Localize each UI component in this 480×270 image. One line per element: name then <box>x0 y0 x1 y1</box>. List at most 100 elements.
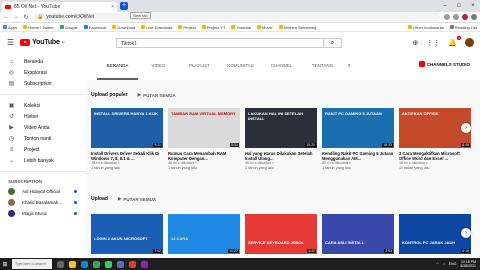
volume-icon[interactable]: ♪ <box>443 262 445 266</box>
upload-video-row: LOGIN 2 AKUN MICROSOFT 7:02 12 CARA 10:2… <box>91 214 471 254</box>
play-icon: ▶ <box>137 92 142 97</box>
network-icon[interactable]: ◠ <box>436 262 439 266</box>
video-card[interactable]: CARA ASLI INSTALL 2:53 <box>322 214 394 254</box>
bookmark-item[interactable]: Google <box>59 25 78 30</box>
video-thumbnail[interactable]: RAKIT PC GAMING 5 JUTAAN 18:33 <box>322 108 394 148</box>
subscription-item[interactable]: Khalid Basalamah... <box>0 197 85 208</box>
bookmark-item[interactable]: Youtube <box>231 25 251 30</box>
search-icon[interactable]: ⌕ <box>323 39 341 47</box>
subscription-item[interactable]: Adi Hidayat Official <box>0 186 85 197</box>
avatar[interactable] <box>465 38 474 47</box>
edge-icon[interactable] <box>81 260 88 268</box>
video-card[interactable]: 12 CARA 10:27 <box>168 214 240 254</box>
bell-icon[interactable]: 🔔 9 <box>448 35 461 47</box>
create-video-icon[interactable]: ⊕ <box>412 39 418 47</box>
subscription-item[interactable]: Magic Music <box>0 208 85 219</box>
tab-beranda[interactable]: BERANDA <box>97 52 138 80</box>
minimize-button[interactable]: – <box>438 0 452 12</box>
clock[interactable]: 10:18 PM 8/28/2021 <box>460 260 476 268</box>
sidebar-item-tonton-nanti[interactable]: ◷ Tonton nanti <box>0 133 85 144</box>
bookmark-item[interactable]: Download <box>112 25 135 30</box>
new-tab-button[interactable]: + <box>120 2 128 10</box>
store-icon[interactable] <box>117 260 124 268</box>
video-thumbnail[interactable]: LAKUKAN HAL INI SETELAH INSTALL 15:20 <box>245 108 317 148</box>
video-title[interactable]: Kendling Rakit PC Gaming 5 Jutaan Menggu… <box>322 151 394 161</box>
video-thumbnail[interactable]: LOGIN 2 AKUN MICROSOFT 7:02 <box>91 214 163 254</box>
video-title[interactable]: Rumus Cara Menambah RAM Komputer Dengan.… <box>168 151 240 161</box>
url-field[interactable]: 🔒 youtube.com/c/OliNet <box>33 13 440 21</box>
other-bookmarks[interactable]: Other bookmarks <box>408 25 444 30</box>
tab-komunitas[interactable]: KOMUNITAS <box>220 52 261 80</box>
studio-button[interactable]: CHANNELS STUDIO <box>418 61 470 67</box>
video-card[interactable]: LAKUKAN HAL INI SETELAH INSTALL 15:20 Ha… <box>245 108 317 171</box>
video-thumbnail[interactable]: TAMBAH RAM VIRTUAL MEMORY 5:31 <box>168 108 240 148</box>
bookmark-item[interactable]: Live Download <box>141 25 172 30</box>
video-thumbnail[interactable]: 12 CARA 10:27 <box>168 214 240 254</box>
extension-icon[interactable] <box>444 14 450 20</box>
windows-start-icon[interactable]: ⊞ <box>0 261 10 268</box>
menu-icon[interactable] <box>471 14 477 20</box>
app-icon[interactable] <box>141 260 148 268</box>
reading-list-icon <box>449 25 454 29</box>
bookmark-item[interactable]: Project YT <box>201 25 225 30</box>
sidebar-item-video-anda[interactable]: ▶ Video Anda <box>0 122 85 133</box>
close-window-button[interactable]: × <box>466 0 480 12</box>
tab-playlist[interactable]: PLAYLIST <box>179 52 220 80</box>
play-all-button[interactable]: ▶ PUTAR SEMUA <box>138 92 176 98</box>
video-thumbnail[interactable]: INSTALL DRIVERS HANYA 1 KLIK 5:11 <box>91 108 163 148</box>
file-explorer-icon[interactable] <box>69 260 76 268</box>
bookmark-item[interactable]: Apps <box>3 25 17 30</box>
task-view-icon[interactable] <box>57 260 64 268</box>
search-input[interactable]: Tiktok1 <box>117 39 323 47</box>
video-card[interactable]: SERVICE KEYBOARD JEBOL 4:42 <box>245 214 317 254</box>
bookmark-item[interactable]: Facebook <box>83 25 106 30</box>
whatsapp-icon[interactable] <box>105 260 112 268</box>
video-card[interactable]: AKTIFKAN OFFICE 8:46 3 Cara Mengaktifkan… <box>399 108 471 171</box>
sidebar-item-subscription[interactable]: ▤ Subscription <box>0 78 85 89</box>
sidebar-item-lebih-banyak[interactable]: ⌄ Lebih banyak <box>0 155 85 166</box>
language-indicator[interactable]: ENG <box>449 262 457 266</box>
tab-channel[interactable]: CHANNEL <box>261 52 302 80</box>
sidebar-item-histori[interactable]: ↺ Histori <box>0 111 85 122</box>
reading-list[interactable]: Reading List <box>449 25 477 30</box>
app-icon[interactable] <box>129 260 136 268</box>
browser-tab-strip: 85 Oli Net - YouTube × + – □ × <box>0 0 480 12</box>
bookmark-item[interactable]: Movie <box>256 25 273 30</box>
bookmark-item[interactable]: Project <box>178 25 196 30</box>
bookmark-item[interactable]: Kitchen Streaming <box>278 25 316 30</box>
video-card[interactable]: TAMBAH RAM VIRTUAL MEMORY 5:31 Rumus Car… <box>168 108 240 171</box>
video-title[interactable]: Install Drivers Driver Sekali Klik Di Wi… <box>91 151 163 161</box>
apps-grid-icon[interactable]: ⋮⋮ <box>426 39 440 47</box>
tab-video[interactable]: VIDEO <box>138 52 179 80</box>
sidebar-item-eksplorasi[interactable]: ◎ Eksplorasi <box>0 67 85 78</box>
video-card[interactable]: LOGIN 2 AKUN MICROSOFT 7:02 <box>91 214 163 254</box>
taskbar-search-input[interactable]: Type here to search <box>12 259 52 269</box>
tab-close-icon[interactable]: × <box>111 4 114 10</box>
hamburger-menu-icon[interactable]: ☰ <box>7 38 14 47</box>
reload-icon[interactable]: ↻ <box>23 14 29 21</box>
maximize-button[interactable]: □ <box>452 0 466 12</box>
video-thumbnail[interactable]: SERVICE KEYBOARD JEBOL 4:42 <box>245 214 317 254</box>
back-icon[interactable]: ← <box>3 14 9 20</box>
sidebar-item-koleksi[interactable]: ▣ Koleksi <box>0 100 85 111</box>
video-card[interactable]: INSTALL DRIVERS HANYA 1 KLIK 5:11 Instal… <box>91 108 163 171</box>
extension-icon[interactable] <box>453 14 459 20</box>
video-age: 1 tahun yang lalu <box>91 165 120 170</box>
video-thumbnail[interactable]: CARA ASLI INSTALL 2:53 <box>322 214 394 254</box>
carousel-next-icon[interactable]: › <box>461 228 471 238</box>
video-title[interactable]: 3 Cara Mengaktifkan Microsoft Office Wor… <box>399 151 471 161</box>
tab-tentang[interactable]: TENTANG <box>302 52 343 80</box>
video-card[interactable]: RAKIT PC GAMING 5 JUTAAN 18:33 Kendling … <box>322 108 394 171</box>
bookmark-item[interactable]: Home / Twitter <box>23 25 54 30</box>
chrome-icon[interactable] <box>93 260 100 268</box>
channel-search-icon[interactable]: ⌕ <box>343 63 355 70</box>
video-title[interactable]: Hal yang Harus Dilakukan Setelah Install… <box>245 151 317 161</box>
youtube-logo[interactable]: YouTube ID <box>20 38 65 46</box>
forward-icon[interactable]: → <box>13 14 19 20</box>
play-all-button[interactable]: ▶ PUTAR SEMUA <box>118 196 156 202</box>
profile-icon[interactable] <box>462 14 468 20</box>
carousel-next-icon[interactable]: › <box>461 123 471 133</box>
sidebar-item-beranda[interactable]: ⌂ Beranda <box>0 56 85 67</box>
sidebar-item-project[interactable]: ≡ Project <box>0 144 85 155</box>
browser-tab[interactable]: 85 Oli Net - YouTube × <box>2 2 117 12</box>
